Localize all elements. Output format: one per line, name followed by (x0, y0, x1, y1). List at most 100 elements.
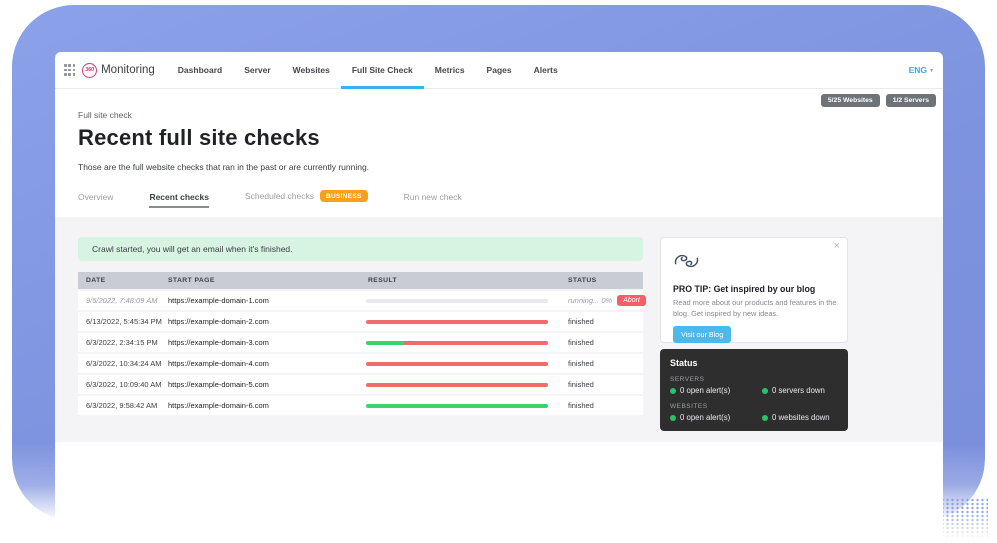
nav-item-metrics[interactable]: Metrics (424, 52, 476, 88)
brand-logo[interactable]: 360 Monitoring (82, 63, 155, 78)
chevron-down-icon: ▾ (930, 67, 933, 74)
tab-recent-checks[interactable]: Recent checks (149, 192, 209, 208)
cell-status: finished (560, 317, 643, 326)
app-window: 360 Monitoring DashboardServerWebsitesFu… (55, 52, 943, 543)
nav-item-pages[interactable]: Pages (476, 52, 523, 88)
pro-tip-body: Read more about our products and feature… (673, 298, 843, 319)
tab-overview[interactable]: Overview (78, 192, 113, 208)
status-card-title: Status (670, 358, 838, 368)
cell-result (360, 299, 560, 303)
top-navbar: 360 Monitoring DashboardServerWebsitesFu… (55, 52, 943, 89)
status-section-label-websites: WEBSITES (670, 403, 838, 410)
progress-segment-green (366, 341, 404, 345)
main-column: Crawl started, you will get an email whe… (78, 237, 643, 415)
tab-label: Scheduled checks (245, 191, 314, 201)
cell-date: 6/3/2022, 10:09:40 AM (78, 380, 160, 389)
logo-text: Monitoring (101, 64, 155, 76)
cell-start-page[interactable]: https://example-domain-3.com (160, 338, 360, 347)
cell-start-page[interactable]: https://example-domain-2.com (160, 317, 360, 326)
nav-item-server[interactable]: Server (233, 52, 281, 88)
green-dot-icon (762, 388, 768, 394)
main-nav: DashboardServerWebsitesFull Site CheckMe… (167, 52, 569, 88)
progress-bar (366, 320, 548, 324)
nav-item-dashboard[interactable]: Dashboard (167, 52, 233, 88)
cell-status: finished (560, 380, 643, 389)
column-header-date: DATE (78, 277, 160, 284)
column-header-status: STATUS (560, 277, 643, 284)
nav-item-websites[interactable]: Websites (282, 52, 341, 88)
table-row: 6/13/2022, 5:45:34 PMhttps://example-dom… (78, 312, 643, 331)
usage-badges: 5/25 Websites1/2 Servers (821, 94, 936, 107)
language-label: ENG (909, 65, 927, 75)
progress-bar (366, 362, 548, 366)
cell-result (360, 341, 560, 345)
column-header-start-page: START PAGE (160, 277, 360, 284)
progress-segment-red (366, 383, 548, 387)
column-header-result: RESULT (360, 277, 560, 284)
nav-item-alerts[interactable]: Alerts (523, 52, 569, 88)
progress-segment-pending (366, 299, 548, 303)
cell-result (360, 362, 560, 366)
tab-run-new-check[interactable]: Run new check (404, 192, 462, 208)
status-item: 0 websites down (762, 413, 830, 422)
abort-button[interactable]: Abort (617, 295, 646, 306)
table-row: 6/3/2022, 10:34:24 AMhttps://example-dom… (78, 354, 643, 373)
page-title: Recent full site checks (78, 125, 920, 151)
progress-bar (366, 404, 548, 408)
tab-scheduled-checks[interactable]: Scheduled checksBUSINESS (245, 190, 368, 208)
status-text: finished (568, 338, 594, 347)
cell-start-page[interactable]: https://example-domain-1.com (160, 296, 360, 305)
status-card: Status SERVERS 0 open alert(s) 0 servers d… (660, 349, 848, 431)
green-dot-icon (670, 388, 676, 394)
status-item: 0 servers down (762, 386, 825, 395)
table-row: 9/5/2022, 7:48:09 AMhttps://example-doma… (78, 291, 643, 310)
cell-status: finished (560, 401, 643, 410)
usage-badge-5-25-websites: 5/25 Websites (821, 94, 880, 107)
progress-bar (366, 341, 548, 345)
logo-360-icon: 360 (82, 63, 97, 78)
status-text: finished (568, 317, 594, 326)
tab-label: Run new check (404, 192, 462, 202)
close-icon[interactable]: × (834, 241, 840, 252)
nav-item-full-site-check[interactable]: Full Site Check (341, 52, 424, 88)
tab-label: Recent checks (149, 192, 209, 202)
pro-tip-title: PRO TIP: Get inspired by our blog (673, 284, 835, 294)
progress-bar (366, 383, 548, 387)
page-description: Those are the full website checks that r… (78, 162, 920, 172)
status-item: 0 open alert(s) (670, 413, 762, 422)
page-header: 5/25 Websites1/2 Servers Full site check… (55, 89, 943, 208)
content-section: Crawl started, you will get an email whe… (55, 217, 943, 442)
table-row: 6/3/2022, 9:58:42 AMhttps://example-doma… (78, 396, 643, 415)
status-item-label: 0 servers down (772, 386, 825, 395)
cell-start-page[interactable]: https://example-domain-5.com (160, 380, 360, 389)
progress-bar (366, 299, 548, 303)
visit-blog-button[interactable]: Visit our Blog (673, 326, 731, 343)
sub-tabs: Overview Recent checks Scheduled checksBUS… (78, 190, 920, 208)
status-item-label: 0 websites down (772, 413, 830, 422)
cell-date: 6/3/2022, 10:34:24 AM (78, 359, 160, 368)
cell-start-page[interactable]: https://example-domain-4.com (160, 359, 360, 368)
cell-date: 6/3/2022, 2:34:15 PM (78, 338, 160, 347)
cell-status: running... 0% Abort (560, 295, 646, 306)
apps-grid-icon[interactable] (64, 64, 75, 75)
status-section-row: 0 open alert(s) 0 servers down (670, 386, 838, 395)
green-dot-icon (670, 415, 676, 421)
sidebar-column: × PRO TIP: Get inspired by our blog Read… (660, 237, 848, 431)
status-item: 0 open alert(s) (670, 386, 762, 395)
table-row: 6/3/2022, 10:09:40 AMhttps://example-dom… (78, 375, 643, 394)
cell-start-page[interactable]: https://example-domain-6.com (160, 401, 360, 410)
progress-segment-red (404, 341, 548, 345)
status-section-row: 0 open alert(s) 0 websites down (670, 413, 838, 422)
status-text: finished (568, 380, 594, 389)
table-header-row: DATESTART PAGERESULTSTATUS (78, 272, 643, 289)
cell-result (360, 320, 560, 324)
status-section-label-servers: SERVERS (670, 376, 838, 383)
language-selector[interactable]: ENG ▾ (909, 65, 933, 75)
cell-date: 6/13/2022, 5:45:34 PM (78, 317, 160, 326)
success-alert: Crawl started, you will get an email whe… (78, 237, 643, 261)
status-item-label: 0 open alert(s) (680, 413, 730, 422)
table-body: 9/5/2022, 7:48:09 AMhttps://example-doma… (78, 291, 643, 415)
status-item-label: 0 open alert(s) (680, 386, 730, 395)
cell-status: finished (560, 359, 643, 368)
status-text: running... 0% (568, 296, 612, 305)
